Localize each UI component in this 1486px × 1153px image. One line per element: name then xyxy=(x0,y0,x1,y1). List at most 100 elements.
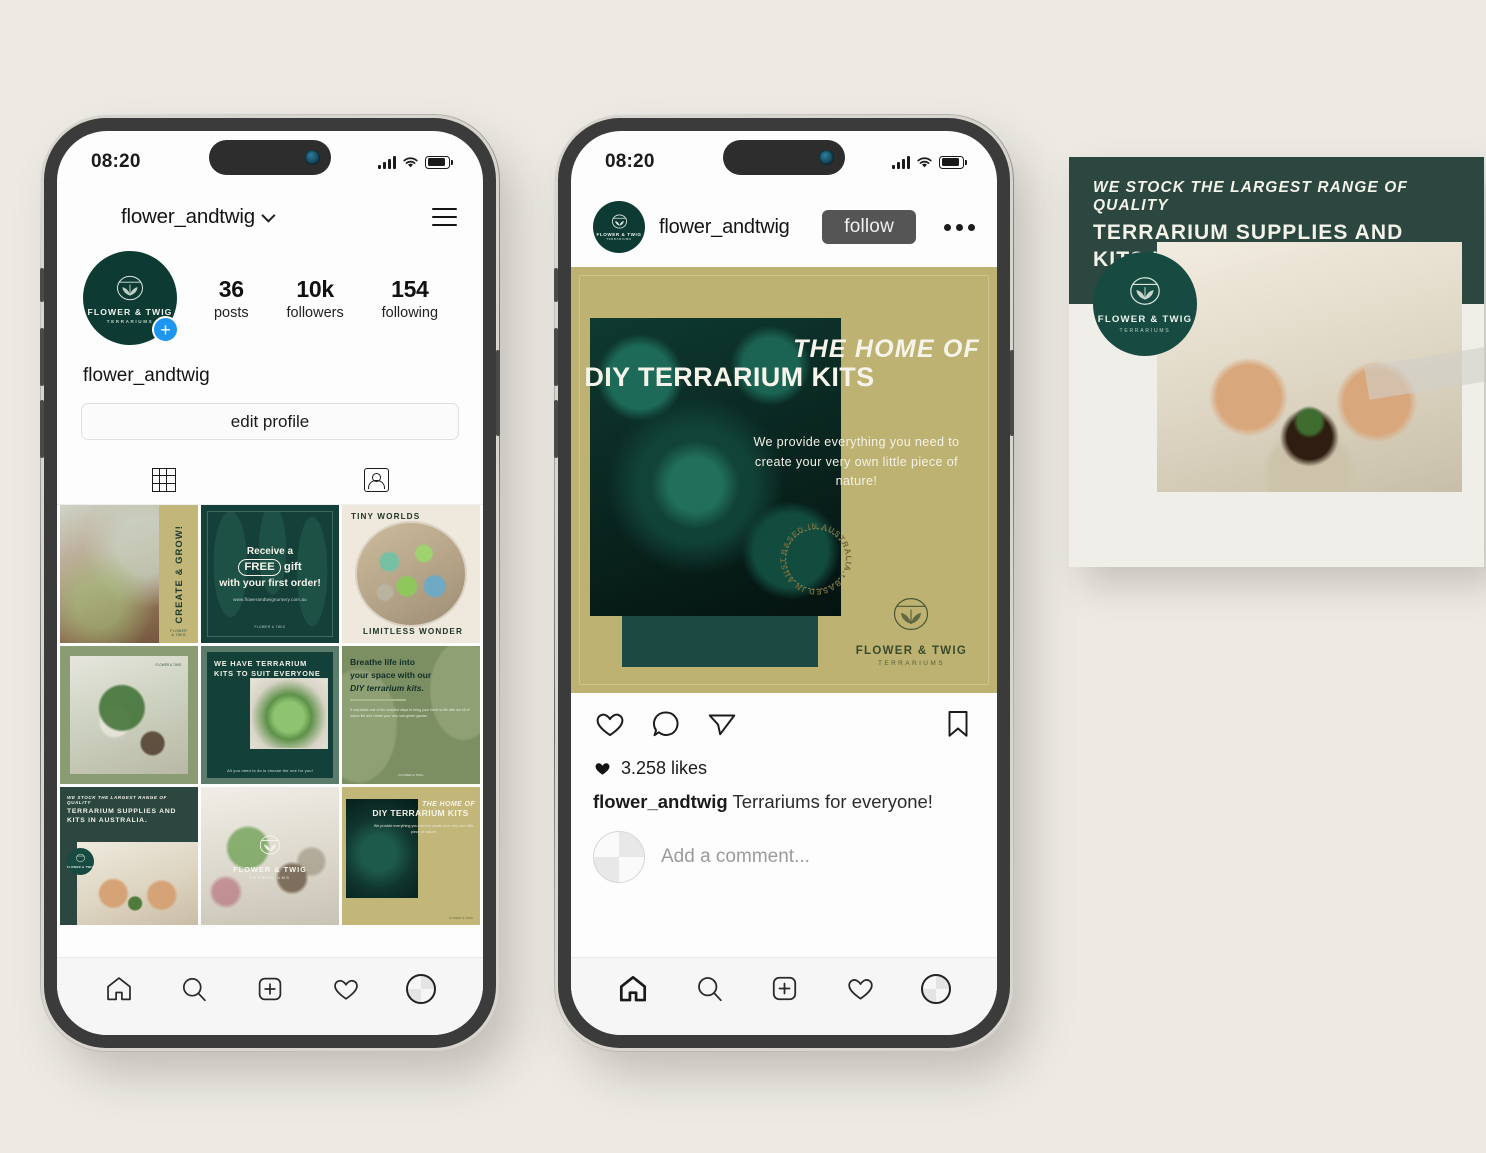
more-options-icon[interactable] xyxy=(944,223,975,231)
card3-logo-sub: TERRARIUMS xyxy=(1119,327,1171,334)
comment-button[interactable] xyxy=(649,707,683,746)
stat-followers[interactable]: 10k followers xyxy=(287,276,344,321)
create-grow-text: CREATE & GROW! xyxy=(173,524,185,624)
grid-post-terrarium-photo[interactable]: CREATE & GROW! FLOWER & TWIG xyxy=(60,505,198,643)
tagged-tab[interactable] xyxy=(270,458,483,504)
phone2-volume-down[interactable] xyxy=(554,400,558,458)
phone2-power-button[interactable] xyxy=(1010,350,1014,436)
phone2-screen: 08:20 FLOWER & TWIG TERRARIUMS flower_an… xyxy=(571,131,997,1035)
terrarium-logo-icon xyxy=(76,854,85,863)
activity-tab[interactable] xyxy=(845,973,876,1004)
status-clock: 08:20 xyxy=(605,151,655,172)
phone1-mute-switch[interactable] xyxy=(40,268,44,302)
avatar-logo-title: FLOWER & TWIG xyxy=(596,232,642,237)
home-icon xyxy=(106,976,131,1000)
grid-post-diy-kits[interactable]: THE HOME OF DIY TERRARIUM KITS We provid… xyxy=(342,787,480,925)
follow-button[interactable]: follow xyxy=(822,210,916,244)
caption-username[interactable]: flower_andtwig xyxy=(593,791,728,812)
home-icon xyxy=(620,975,647,1001)
profile-display-name: flower_andtwig xyxy=(83,365,210,386)
profile-tab[interactable] xyxy=(406,973,437,1004)
profile-tab[interactable] xyxy=(920,973,951,1004)
post-author-avatar[interactable]: FLOWER & TWIG TERRARIUMS xyxy=(593,201,645,253)
front-camera-icon xyxy=(819,150,834,165)
stat-posts[interactable]: 36 posts xyxy=(214,276,249,321)
bookmark-icon xyxy=(948,710,968,737)
grid-post-big-bowl[interactable]: FLOWER & TWIG xyxy=(60,646,198,784)
grid-post-free-gift[interactable]: Receive a FREE gift with your first orde… xyxy=(201,505,339,643)
add-comment-row[interactable]: Add a comment... xyxy=(571,813,997,883)
dynamic-island xyxy=(723,140,845,175)
status-indicators xyxy=(378,155,453,169)
account-switcher[interactable]: flower_andtwig xyxy=(121,205,276,229)
home-tab[interactable] xyxy=(617,973,649,1005)
edit-profile-button[interactable]: edit profile xyxy=(81,403,459,440)
share-button[interactable] xyxy=(705,707,739,746)
phone1-volume-down[interactable] xyxy=(40,400,44,458)
hamburger-menu-icon[interactable] xyxy=(432,207,457,227)
battery-icon xyxy=(939,155,964,169)
card3-italic-line: WE STOCK THE LARGEST RANGE OF QUALITY xyxy=(1093,179,1408,214)
post-author-username[interactable]: flower_andtwig xyxy=(659,216,808,239)
front-camera-icon xyxy=(305,150,320,165)
phone1-bottom-nav xyxy=(57,957,483,1035)
post-image[interactable]: THE HOME OF DIY TERRARIUM KITS We provid… xyxy=(571,267,997,693)
comment-input[interactable]: Add a comment... xyxy=(661,846,810,868)
phone2-volume-up[interactable] xyxy=(554,328,558,386)
save-button[interactable] xyxy=(941,707,975,746)
post-heading-bold: DIY TERRARIUM KITS xyxy=(584,362,875,393)
status-indicators xyxy=(892,155,967,169)
promo-card-we-stock: WE STOCK THE LARGEST RANGE OF QUALITY TE… xyxy=(1069,157,1484,567)
diy-subtext: We provide everything you need to create… xyxy=(373,824,474,834)
search-tab[interactable] xyxy=(179,974,209,1004)
phone1-volume-up[interactable] xyxy=(40,328,44,386)
grid-post-we-stock[interactable]: WE STOCK THE LARGEST RANGE OF QUALITY TE… xyxy=(60,787,198,925)
dynamic-island xyxy=(209,140,331,175)
status-clock: 08:20 xyxy=(91,151,141,172)
create-tab[interactable] xyxy=(255,974,285,1004)
bowl-logo: FLOWER & TWIG xyxy=(155,662,182,667)
comment-bubble-icon xyxy=(652,711,679,737)
stat-following[interactable]: 154 following xyxy=(382,276,438,321)
stats-group: 36 posts 10k followers 154 following xyxy=(181,276,457,321)
free-gift-logo: FLOWER & TWIG xyxy=(254,625,286,629)
grid-post-kits-suit-everyone[interactable]: WE HAVE TERRARIUM KITS TO SUIT EVERYONE … xyxy=(201,646,339,784)
terrarium-logo-icon xyxy=(611,214,627,229)
phone2-mute-switch[interactable] xyxy=(554,268,558,302)
post-logo-title: FLOWER & TWIG xyxy=(855,645,968,658)
phone1-power-button[interactable] xyxy=(496,350,500,436)
post-actions xyxy=(571,693,997,750)
search-tab[interactable] xyxy=(694,973,725,1004)
grid-post-tiny-worlds[interactable]: TINY WORLDS LIMITLESS WONDER xyxy=(342,505,480,643)
like-button[interactable] xyxy=(593,707,627,746)
activity-tab[interactable] xyxy=(331,974,361,1004)
create-tab[interactable] xyxy=(769,973,800,1004)
add-story-plus-icon[interactable]: + xyxy=(152,316,179,343)
phone1-screen: 08:20 flower_andtwig FLOWER & TWIG TERRA… xyxy=(57,131,483,1035)
grid-post-breathe-life[interactable]: Breathe life into your space with our DI… xyxy=(342,646,480,784)
heart-icon xyxy=(333,979,358,1000)
avatar-logo-sub: TERRARIUMS xyxy=(106,318,154,324)
grid-post-shelf-brand[interactable]: FLOWER & TWIG TERRARIUMS xyxy=(201,787,339,925)
home-tab[interactable] xyxy=(104,974,134,1004)
post-header: FLOWER & TWIG TERRARIUMS flower_andtwig … xyxy=(571,187,997,267)
svg-text:BASED IN AUSTRALIA • BASED IN: BASED IN AUSTRALIA • BASED IN AUSTRALIA … xyxy=(775,518,853,596)
grid-tab[interactable] xyxy=(57,458,270,504)
terrarium-logo-icon xyxy=(259,834,281,855)
battery-icon xyxy=(425,155,450,169)
poster-stage: 08:20 flower_andtwig FLOWER & TWIG TERRA… xyxy=(0,0,1486,1153)
stock-photo xyxy=(76,842,198,925)
free-gift-line3: with your first order! xyxy=(219,578,321,590)
post-brand-logo: FLOWER & TWIG TERRARIUMS xyxy=(856,594,967,667)
post-heading-italic: THE HOME OF xyxy=(793,335,980,364)
profile-photo-grid: CREATE & GROW! FLOWER & TWIG Receive a F… xyxy=(57,505,483,957)
caption-text: Terrariums for everyone! xyxy=(732,791,933,812)
card3-logo-title: FLOWER & TWIG xyxy=(1097,313,1193,325)
based-in-australia-stamp-icon: BASED IN AUSTRALIA • BASED IN AUSTRALIA … xyxy=(775,518,853,596)
breathe-underline xyxy=(350,698,407,701)
breathe-paragraph: It only takes one of the simplest steps … xyxy=(350,707,470,718)
likes-row[interactable]: 3.258 likes xyxy=(571,750,997,779)
profile-avatar[interactable]: FLOWER & TWIG TERRARIUMS + xyxy=(83,251,179,345)
profile-top-bar: flower_andtwig xyxy=(57,187,483,237)
avatar-logo-sub: TERRARIUMS xyxy=(606,238,632,241)
